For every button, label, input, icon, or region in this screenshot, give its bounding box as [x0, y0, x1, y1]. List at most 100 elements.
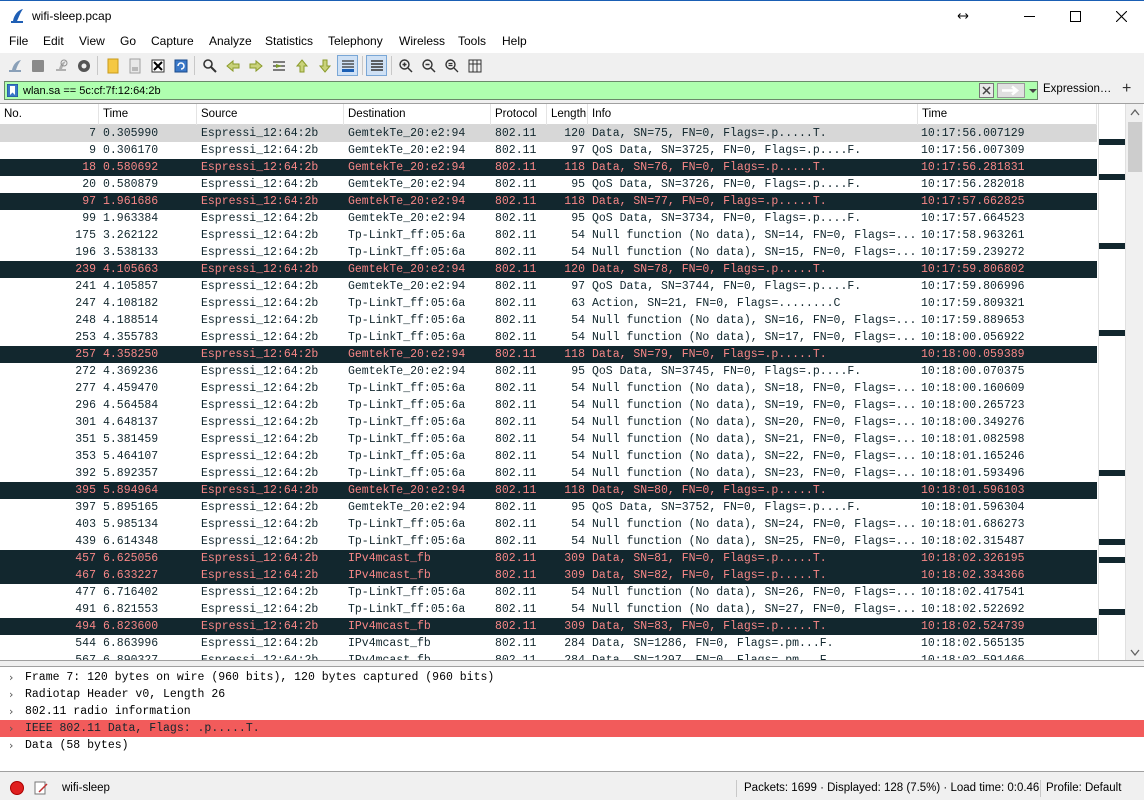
- packet-row[interactable]: 392 5.892357 Espressi_12:64:2b Tp-LinkT_ff:…: [0, 465, 1097, 482]
- go-last-packet-icon[interactable]: [314, 55, 335, 76]
- resize-columns-icon[interactable]: [464, 55, 485, 76]
- close-button[interactable]: [1098, 1, 1144, 31]
- column-header-destination[interactable]: Destination: [344, 104, 491, 125]
- packet-row[interactable]: 477 6.716402 Espressi_12:64:2b Tp-LinkT_ff:…: [0, 584, 1097, 601]
- packet-row[interactable]: 395 5.894964 Espressi_12:64:2b GemtekTe_20:…: [0, 482, 1097, 499]
- autoscroll-icon[interactable]: [337, 55, 358, 76]
- detail-tree-item[interactable]: › Frame 7: 120 bytes on wire (960 bits), …: [0, 669, 1144, 686]
- zoom-in-icon[interactable]: [395, 55, 416, 76]
- column-header-no[interactable]: No.: [0, 104, 99, 125]
- display-filter-input[interactable]: [23, 83, 973, 98]
- packet-list-scrollbar[interactable]: [1125, 104, 1144, 661]
- packet-row[interactable]: 544 6.863996 Espressi_12:64:2b IPv4mcast_fb…: [0, 635, 1097, 652]
- packet-row[interactable]: 175 3.262122 Espressi_12:64:2b Tp-LinkT_ff:…: [0, 227, 1097, 244]
- packet-row[interactable]: 196 3.538133 Espressi_12:64:2b Tp-LinkT_ff:…: [0, 244, 1097, 261]
- detail-tree-item[interactable]: › 802.11 radio information: [0, 703, 1144, 720]
- scroll-thumb[interactable]: [1128, 122, 1142, 172]
- apply-filter-arrow-icon[interactable]: [997, 83, 1025, 98]
- expand-chevron-icon[interactable]: ›: [9, 669, 13, 686]
- find-packet-magnifier-icon[interactable]: [199, 55, 220, 76]
- go-back-arrow-icon[interactable]: [222, 55, 243, 76]
- packet-row[interactable]: 20 0.580879 Espressi_12:64:2b GemtekTe_20:e…: [0, 176, 1097, 193]
- capture-options-gear-icon[interactable]: [73, 55, 94, 76]
- expert-info-indicator-icon[interactable]: [10, 781, 24, 795]
- zoom-out-icon[interactable]: [418, 55, 439, 76]
- expression-button[interactable]: Expression…: [1043, 83, 1111, 95]
- expand-chevron-icon[interactable]: ›: [9, 686, 13, 703]
- column-header-time[interactable]: Time: [99, 104, 197, 125]
- packet-row[interactable]: 97 1.961686 Espressi_12:64:2b GemtekTe_20:e…: [0, 193, 1097, 210]
- packet-row[interactable]: 247 4.108182 Espressi_12:64:2b Tp-LinkT_ff:…: [0, 295, 1097, 312]
- detail-tree-item[interactable]: › Radiotap Header v0, Length 26: [0, 686, 1144, 703]
- clear-filter-icon[interactable]: [979, 83, 994, 98]
- packet-row[interactable]: 439 6.614348 Espressi_12:64:2b Tp-LinkT_ff:…: [0, 533, 1097, 550]
- go-to-packet-icon[interactable]: [268, 55, 289, 76]
- detail-tree-item[interactable]: › IEEE 802.11 Data, Flags: .p.....T.: [0, 720, 1144, 737]
- packet-row[interactable]: 296 4.564584 Espressi_12:64:2b Tp-LinkT_ff:…: [0, 397, 1097, 414]
- menu-view[interactable]: View: [79, 34, 105, 48]
- go-first-packet-icon[interactable]: [291, 55, 312, 76]
- packet-row[interactable]: 353 5.464107 Espressi_12:64:2b Tp-LinkT_ff:…: [0, 448, 1097, 465]
- menu-help[interactable]: Help: [502, 34, 527, 48]
- menu-file[interactable]: File: [9, 34, 28, 48]
- packet-row[interactable]: 397 5.895165 Espressi_12:64:2b GemtekTe_20:…: [0, 499, 1097, 516]
- save-file-icon[interactable]: [124, 55, 145, 76]
- bookmark-icon[interactable]: [7, 84, 18, 97]
- resize-icon[interactable]: [940, 1, 986, 31]
- expand-chevron-icon[interactable]: ›: [9, 737, 13, 754]
- packet-row[interactable]: 567 6.890327 Espressi_12:64:2b IPv4mcast_fb…: [0, 652, 1097, 660]
- column-header-length[interactable]: Length: [547, 104, 588, 125]
- packet-row[interactable]: 248 4.188514 Espressi_12:64:2b Tp-LinkT_ff:…: [0, 312, 1097, 329]
- menu-go[interactable]: Go: [120, 34, 136, 48]
- packet-row[interactable]: 241 4.105857 Espressi_12:64:2b GemtekTe_20:…: [0, 278, 1097, 295]
- menu-statistics[interactable]: Statistics: [265, 34, 313, 48]
- packet-row[interactable]: 99 1.963384 Espressi_12:64:2b GemtekTe_20:e…: [0, 210, 1097, 227]
- packet-row[interactable]: 7 0.305990 Espressi_12:64:2b GemtekTe_20:e2…: [0, 125, 1097, 142]
- close-file-icon[interactable]: [147, 55, 168, 76]
- menu-telephony[interactable]: Telephony: [328, 34, 383, 48]
- filter-history-dropdown-icon[interactable]: [1027, 83, 1039, 98]
- packet-row[interactable]: 403 5.985134 Espressi_12:64:2b Tp-LinkT_ff:…: [0, 516, 1097, 533]
- column-header-source[interactable]: Source: [197, 104, 344, 125]
- minimize-button[interactable]: [1006, 1, 1052, 31]
- packet-row[interactable]: 18 0.580692 Espressi_12:64:2b GemtekTe_20:e…: [0, 159, 1097, 176]
- packet-minimap[interactable]: [1098, 104, 1125, 660]
- packet-row[interactable]: 467 6.633227 Espressi_12:64:2b IPv4mcast_fb…: [0, 567, 1097, 584]
- colorize-list-icon[interactable]: [366, 55, 387, 76]
- packet-row[interactable]: 277 4.459470 Espressi_12:64:2b Tp-LinkT_ff:…: [0, 380, 1097, 397]
- shark-fin-start-icon[interactable]: [4, 55, 25, 76]
- packet-row[interactable]: 494 6.823600 Espressi_12:64:2b IPv4mcast_fb…: [0, 618, 1097, 635]
- packet-row[interactable]: 491 6.821553 Espressi_12:64:2b Tp-LinkT_ff:…: [0, 601, 1097, 618]
- packet-row[interactable]: 457 6.625056 Espressi_12:64:2b IPv4mcast_fb…: [0, 550, 1097, 567]
- packet-row[interactable]: 301 4.648137 Espressi_12:64:2b Tp-LinkT_ff:…: [0, 414, 1097, 431]
- detail-tree-item[interactable]: › Data (58 bytes): [0, 737, 1144, 754]
- menu-capture[interactable]: Capture: [151, 34, 194, 48]
- go-forward-arrow-icon[interactable]: [245, 55, 266, 76]
- menu-edit[interactable]: Edit: [43, 34, 64, 48]
- status-profile[interactable]: Profile: Default: [1046, 782, 1121, 794]
- menu-wireless[interactable]: Wireless: [399, 34, 445, 48]
- packet-row[interactable]: 257 4.358250 Espressi_12:64:2b GemtekTe_20:…: [0, 346, 1097, 363]
- packet-row[interactable]: 351 5.381459 Espressi_12:64:2b Tp-LinkT_ff:…: [0, 431, 1097, 448]
- column-header-info[interactable]: Info: [588, 104, 918, 125]
- column-header-protocol[interactable]: Protocol: [491, 104, 547, 125]
- menu-analyze[interactable]: Analyze: [209, 34, 252, 48]
- add-filter-button[interactable]: +: [1122, 80, 1131, 98]
- packet-row[interactable]: 253 4.355783 Espressi_12:64:2b Tp-LinkT_ff:…: [0, 329, 1097, 346]
- restart-capture-icon[interactable]: [50, 55, 71, 76]
- expand-chevron-icon[interactable]: ›: [9, 703, 13, 720]
- scroll-down-arrow-icon[interactable]: [1126, 644, 1144, 661]
- capture-comment-edit-icon[interactable]: [33, 780, 49, 796]
- packet-row[interactable]: 272 4.369236 Espressi_12:64:2b GemtekTe_20:…: [0, 363, 1097, 380]
- menu-tools[interactable]: Tools: [458, 34, 486, 48]
- expand-chevron-icon[interactable]: ›: [9, 720, 13, 737]
- stop-square-icon[interactable]: [27, 55, 48, 76]
- column-header-abs-time[interactable]: Time: [918, 104, 1097, 125]
- reload-file-icon[interactable]: [170, 55, 191, 76]
- packet-row[interactable]: 9 0.306170 Espressi_12:64:2b GemtekTe_20:e2…: [0, 142, 1097, 159]
- open-folder-icon[interactable]: [102, 55, 123, 76]
- scroll-up-arrow-icon[interactable]: [1126, 104, 1144, 121]
- packet-row[interactable]: 239 4.105663 Espressi_12:64:2b GemtekTe_20:…: [0, 261, 1097, 278]
- maximize-button[interactable]: [1052, 1, 1098, 31]
- normal-size-icon[interactable]: [441, 55, 462, 76]
